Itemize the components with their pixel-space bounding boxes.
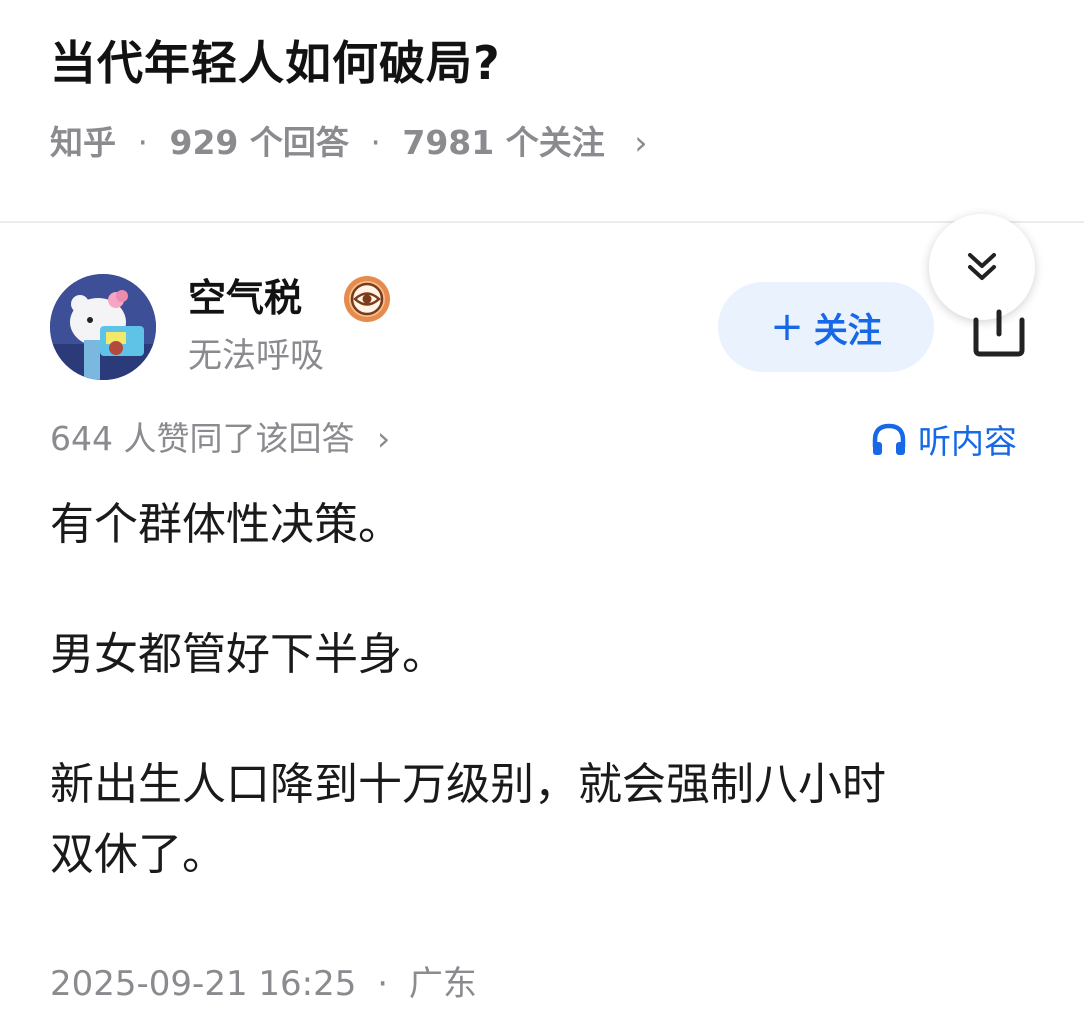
chevron-right-icon: › bbox=[634, 123, 648, 162]
eye-badge-icon bbox=[344, 276, 390, 322]
answer-paragraph: 双休了。 bbox=[50, 829, 226, 880]
listen-button[interactable]: 听内容 bbox=[870, 414, 1017, 464]
double-chevron-down-icon bbox=[968, 253, 996, 280]
vote-count-text: 644 人赞同了该回答 bbox=[50, 419, 355, 458]
meta-separator: · bbox=[377, 964, 389, 1004]
avatar-image bbox=[50, 274, 156, 380]
answer-paragraph: 有个群体性决策。 bbox=[50, 499, 402, 550]
source-label: 知乎 bbox=[50, 123, 116, 162]
vote-count[interactable]: 644 人赞同了该回答 › bbox=[50, 414, 390, 464]
answer-footer: 2025-09-21 16:25 · 广东 bbox=[50, 958, 477, 1010]
question-title[interactable]: 当代年轻人如何破局? bbox=[50, 28, 501, 98]
headphones-icon bbox=[872, 423, 906, 455]
meta-separator: · bbox=[370, 123, 381, 162]
answer-paragraph: 新出生人口降到十万级别，就会强制八小时 bbox=[50, 759, 886, 810]
answer-count: 929 个回答 bbox=[169, 123, 349, 162]
chevron-right-icon: › bbox=[376, 419, 391, 458]
follow-label: 关注 bbox=[813, 310, 882, 351]
follow-button[interactable]: + 关注 bbox=[718, 282, 934, 372]
share-icon[interactable] bbox=[970, 306, 1028, 358]
listen-label: 听内容 bbox=[918, 422, 1017, 461]
timestamp: 2025-09-21 16:25 bbox=[50, 964, 357, 1004]
collapse-button[interactable] bbox=[929, 214, 1035, 320]
avatar[interactable] bbox=[50, 274, 156, 380]
author-name[interactable]: 空气税 bbox=[188, 272, 302, 324]
divider bbox=[0, 221, 1084, 223]
meta-separator: · bbox=[137, 123, 149, 162]
answer-paragraph: 男女都管好下半身。 bbox=[50, 629, 446, 680]
location: 广东 bbox=[408, 964, 477, 1004]
follower-count: 7981 个关注 bbox=[402, 123, 605, 162]
author-bio: 无法呼吸 bbox=[188, 336, 324, 376]
plus-icon: + bbox=[770, 304, 804, 350]
question-meta[interactable]: 知乎 · 929 个回答 · 7981 个关注 › bbox=[50, 118, 647, 168]
